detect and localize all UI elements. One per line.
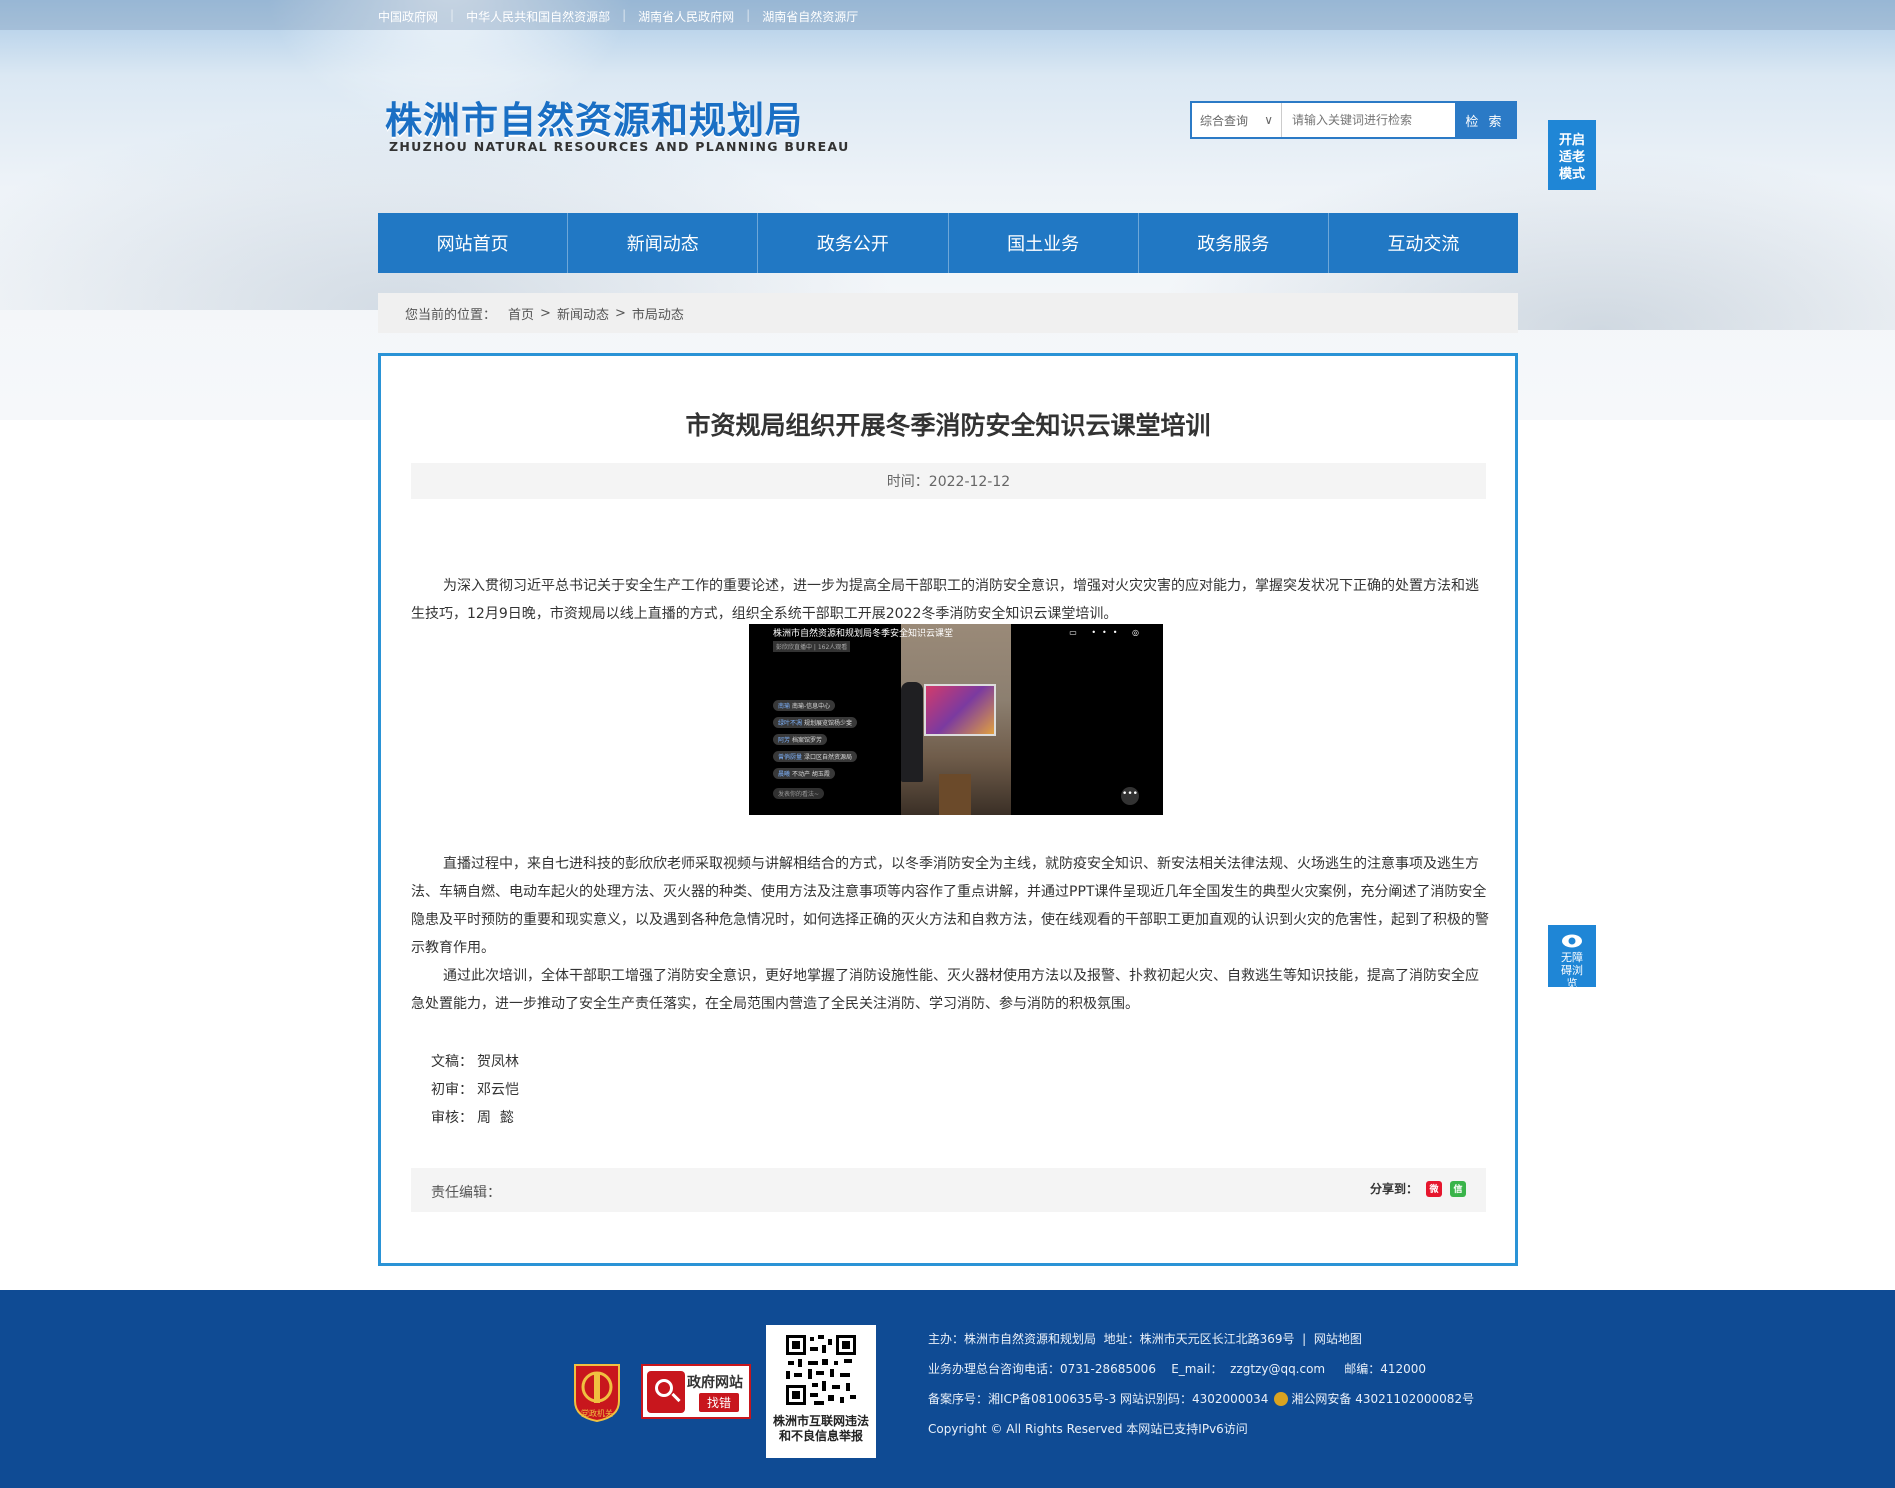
footer-record-info: 备案序号：湘ICP备08100635号-3 网站识别码：4302000034 湘公…: [928, 1392, 1475, 1406]
chevron-down-icon: ∨: [1264, 113, 1273, 127]
top-links: 中国政府网 | 中华人民共和国自然资源部 | 湖南省人民政府网 | 湖南省自然资源厅: [378, 8, 870, 25]
breadcrumb-prefix: 您当前的位置：: [405, 307, 497, 323]
footer-copyright: Copyright © All Rights Reserved 本网站已支持IP…: [928, 1422, 1248, 1436]
footer-contact-info: 业务办理总台咨询电话：0731-28685006 E_mail： zzgtzy@…: [928, 1362, 1427, 1376]
nav-news[interactable]: 新闻动态: [568, 213, 759, 273]
nav-land-business[interactable]: 国土业务: [949, 213, 1139, 273]
magnifier-icon: [647, 1371, 685, 1413]
video-subtitle: 彭欣欣直播中 | 162人观看: [773, 641, 851, 652]
breadcrumb: 您当前的位置： 首页 > 新闻动态 > 市局动态: [378, 293, 1518, 333]
nav-interaction[interactable]: 互动交流: [1329, 213, 1518, 273]
report-qr-code[interactable]: 株洲市互联网违法 和不良信息举报: [766, 1325, 876, 1458]
qr-code-icon: [784, 1333, 858, 1407]
site-logo-subtitle: ZHUZHOU NATURAL RESOURCES AND PLANNING B…: [389, 139, 850, 154]
footer: [0, 1290, 1895, 1488]
search-button[interactable]: 检 索: [1455, 103, 1515, 137]
credit-approval: 审核：周 懿: [431, 1110, 514, 1126]
nav-gov-affairs[interactable]: 政务公开: [758, 213, 949, 273]
breadcrumb-separator: >: [614, 305, 626, 321]
video-comment: 曾俏厨量 渌口区自然资源局: [773, 751, 858, 762]
party-gov-badge-icon[interactable]: 党政机关: [571, 1361, 623, 1423]
article-date: 时间：2022-12-12: [411, 463, 1486, 499]
video-comment: 绿叶不凋 规划展览馆杨少斐: [773, 717, 858, 728]
svg-text:党政机关: 党政机关: [581, 1408, 613, 1418]
more-icon: •••: [1121, 787, 1139, 805]
toplink-mnr[interactable]: 中华人民共和国自然资源部: [454, 8, 622, 25]
breadcrumb-news[interactable]: 新闻动态: [557, 304, 609, 323]
video-title: 株洲市自然资源和规划局冬季安全知识云课堂: [773, 629, 954, 639]
search-scope-value: 综合查询: [1200, 113, 1249, 128]
gov-badge-title: 政府网站: [687, 1375, 743, 1391]
breadcrumb-current[interactable]: 市局动态: [632, 304, 684, 323]
share-bar: 分享到： 微 信: [1370, 1180, 1466, 1197]
credit-writer: 文稿： 贺凤林: [431, 1054, 519, 1070]
video-comment: 晨曦 不动产 胡玉霞: [773, 768, 835, 779]
breadcrumb-separator: >: [540, 305, 551, 321]
video-controls-icons: ▭ ••• ◎: [1069, 628, 1145, 637]
article-title: 市资规局组织开展冬季消防安全知识云课堂培训: [685, 411, 1211, 440]
video-comment: 南瑜 南瑜-信息中心: [773, 700, 836, 711]
breadcrumb-home[interactable]: 首页: [508, 304, 534, 323]
article-panel: 市资规局组织开展冬季消防安全知识云课堂培训 时间：2022-12-12 为深入贯…: [378, 353, 1518, 1266]
wechat-share-icon[interactable]: 信: [1450, 1180, 1466, 1197]
accessibility-label: 无障碍浏览: [1561, 951, 1583, 990]
nav-home[interactable]: 网站首页: [378, 213, 569, 273]
article-paragraph: 为深入贯彻习近平总书记关于安全生产工作的重要论述，进一步为提高全局干部职工的消防…: [411, 578, 1479, 622]
article-paragraph: 直播过程中，来自七进科技的彭欣欣老师采取视频与讲解相结合的方式，以冬季消防安全为…: [411, 856, 1489, 956]
search-box: 综合查询 ∨ 检 索: [1190, 101, 1517, 139]
weibo-share-icon[interactable]: 微: [1426, 1180, 1442, 1197]
search-scope-select[interactable]: 综合查询 ∨: [1192, 103, 1282, 137]
police-badge-icon: [1274, 1392, 1289, 1406]
toplink-gov[interactable]: 中国政府网: [378, 8, 450, 25]
responsible-editor: 责任编辑：: [431, 1185, 501, 1201]
elder-mode-button[interactable]: 开启适老模式: [1548, 120, 1596, 190]
share-label: 分享到：: [1369, 1182, 1418, 1196]
gov-site-error-report-badge[interactable]: 政府网站 找错: [641, 1364, 751, 1419]
livestream-screenshot: 株洲市自然资源和规划局冬季安全知识云课堂 彭欣欣直播中 | 162人观看 ▭ •…: [749, 624, 1163, 815]
eye-icon: [1562, 934, 1582, 948]
top-link-bar: [0, 0, 1895, 30]
toplink-hunan-gov[interactable]: 湖南省人民政府网: [626, 8, 746, 25]
gov-badge-action: 找错: [699, 1393, 740, 1412]
video-comment-input: 发表你的看法~: [773, 788, 825, 799]
search-input[interactable]: [1282, 103, 1455, 137]
site-logo-title[interactable]: 株洲市自然资源和规划局: [385, 90, 803, 144]
article-paragraph: 通过此次培训，全体干部职工增强了消防安全意识，更好地掌握了消防设施性能、灭火器材…: [411, 968, 1479, 1012]
editor-bar: 责任编辑： 分享到： 微 信: [411, 1168, 1486, 1212]
accessibility-button[interactable]: 无障碍浏览: [1548, 925, 1596, 990]
nav-gov-services[interactable]: 政务服务: [1139, 213, 1329, 273]
main-nav: 网站首页 新闻动态 政务公开 国土业务 政务服务 互动交流: [378, 213, 1518, 273]
footer-host-info: 主办：株洲市自然资源和规划局 地址：株洲市天元区长江北路369号 | 网站地图: [928, 1332, 1362, 1346]
video-comment: 阿芳 档案馆罗芳: [773, 734, 828, 745]
public-security-record-link[interactable]: 湘公网安备 43021102000082号: [1291, 1392, 1474, 1406]
credit-first-review: 初审： 邓云恺: [431, 1082, 519, 1098]
toplink-hunan-dnr[interactable]: 湖南省自然资源厅: [750, 8, 870, 25]
qr-caption: 株洲市互联网违法 和不良信息举报: [772, 1414, 869, 1443]
